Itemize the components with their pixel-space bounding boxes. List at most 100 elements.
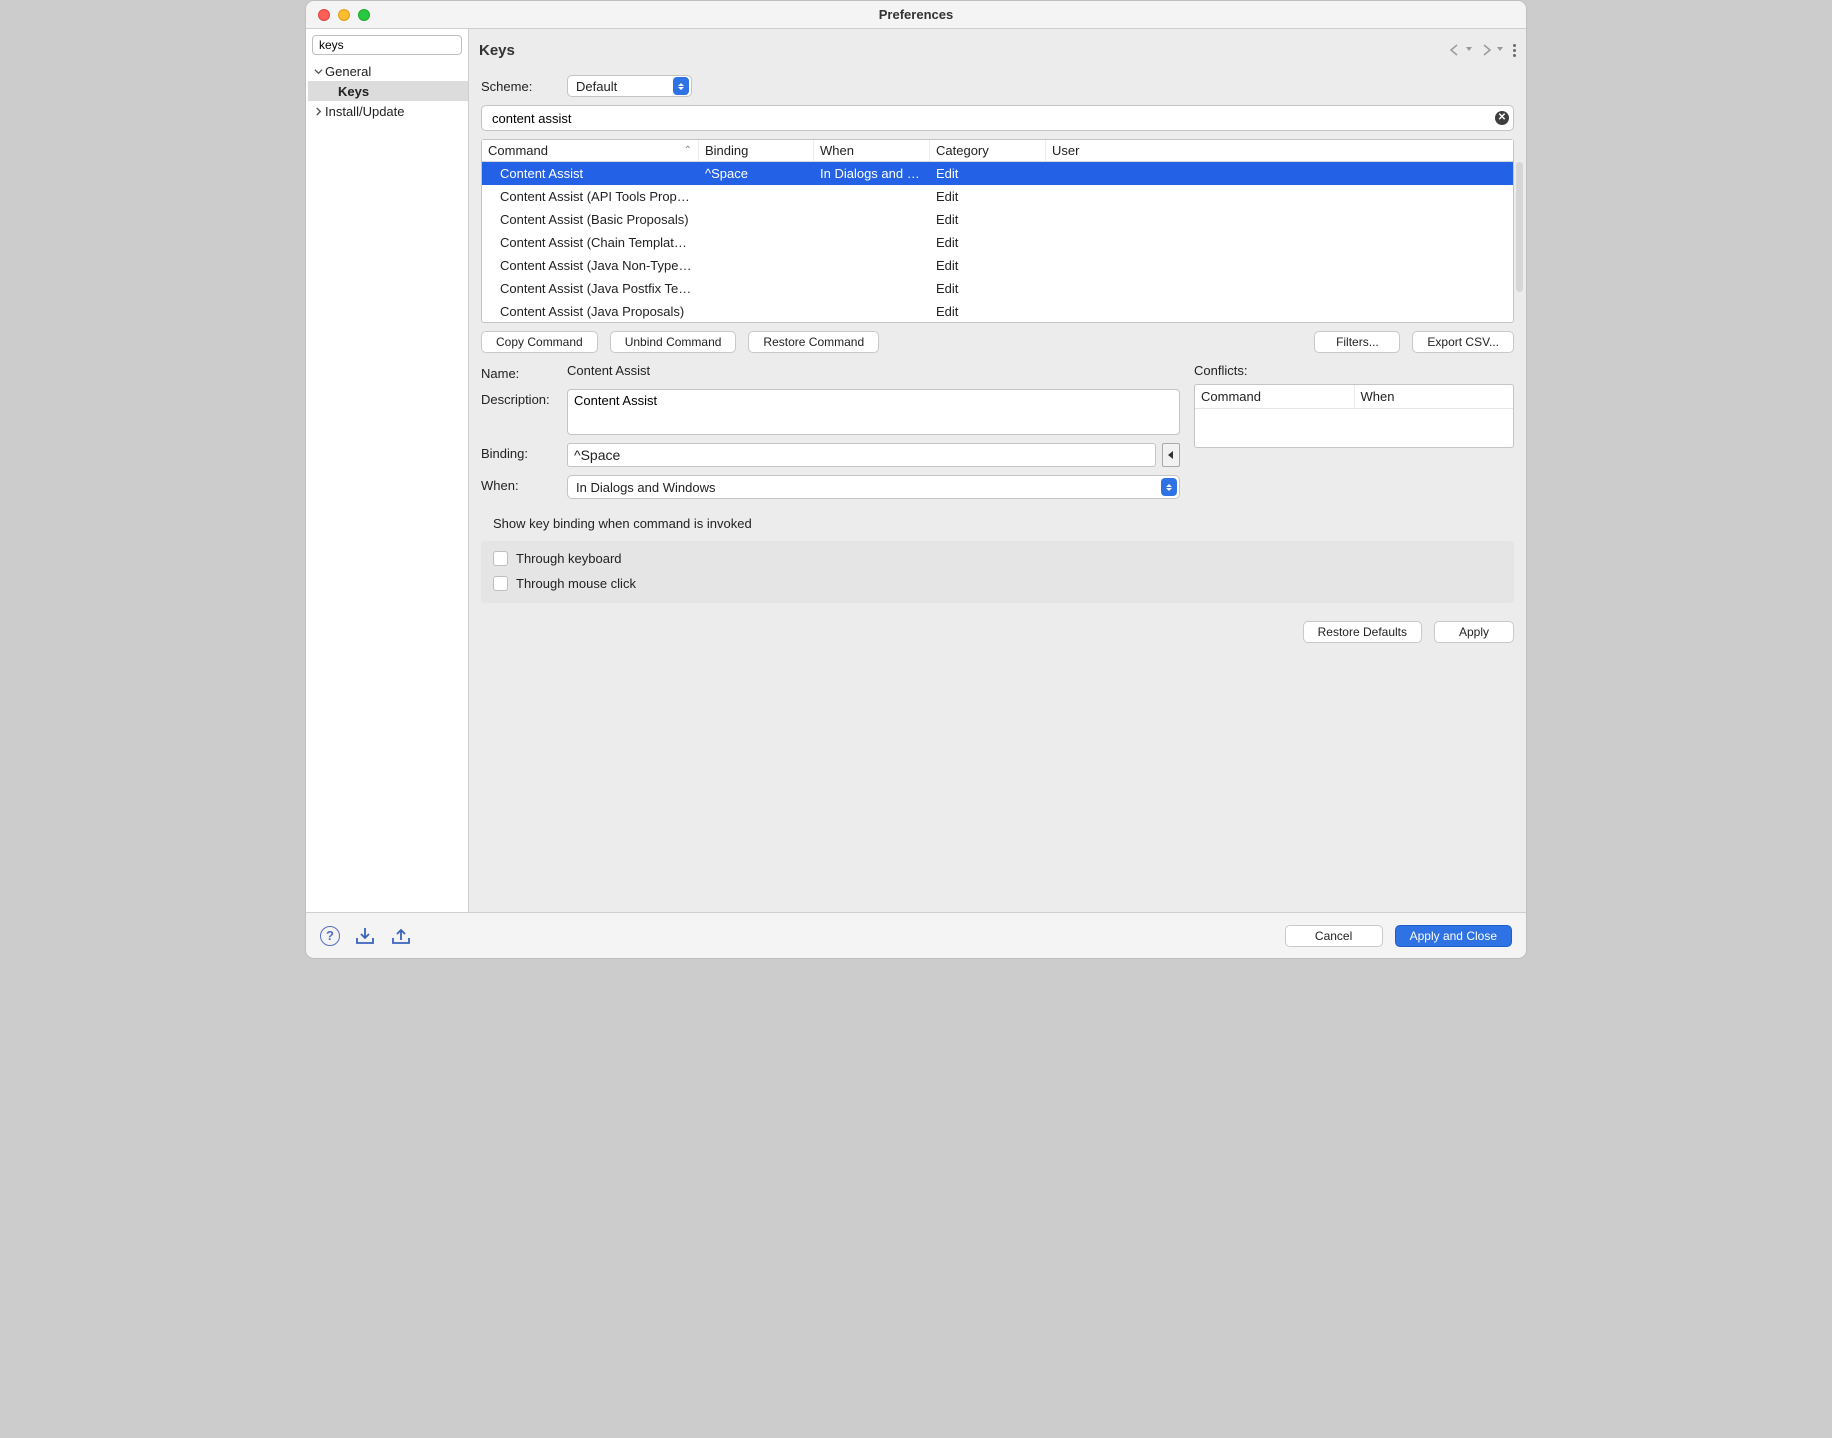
show-binding-group: Through keyboard Through mouse click [481, 541, 1514, 603]
apply-and-close-button[interactable]: Apply and Close [1395, 925, 1512, 947]
cell-when: In Dialogs and Windows [814, 166, 930, 181]
scheme-select[interactable]: Default [567, 75, 692, 97]
tree-item-label: General [325, 64, 371, 79]
table-header: Command ⌃ Binding When Category User [482, 140, 1513, 162]
cell-binding: ^Space [699, 166, 814, 181]
tree-item-label: Keys [338, 84, 369, 99]
scrollbar[interactable] [1516, 162, 1523, 292]
table-row[interactable]: Content Assist (API Tools Proposals) Edit [482, 185, 1513, 208]
copy-command-button[interactable]: Copy Command [481, 331, 598, 353]
bindings-table: Command ⌃ Binding When Category User Con… [481, 139, 1514, 323]
main-content: Scheme: Default ✕ Command ⌃ [469, 71, 1526, 912]
col-label: When [1361, 389, 1395, 404]
table-row[interactable]: Content Assist (Java Postfix Template Pr… [482, 277, 1513, 300]
col-binding[interactable]: Binding [699, 140, 814, 161]
help-icon[interactable]: ? [320, 926, 340, 946]
export-csv-button[interactable]: Export CSV... [1412, 331, 1514, 353]
col-label: Binding [705, 143, 748, 158]
dropdown-stepper-icon [1161, 478, 1177, 496]
when-label: When: [481, 475, 557, 493]
sort-asc-icon: ⌃ [684, 145, 692, 156]
checkbox-icon [493, 576, 508, 591]
dropdown-stepper-icon [673, 77, 689, 95]
conflicts-col-command[interactable]: Command [1195, 385, 1355, 408]
filter-text[interactable]: ✕ [312, 35, 462, 55]
col-category[interactable]: Category [930, 140, 1046, 161]
window-title: Preferences [306, 7, 1526, 22]
cell-category: Edit [930, 166, 1046, 181]
sidebar: ✕ General Keys Install/Update [306, 29, 469, 912]
table-body[interactable]: Content Assist^SpaceIn Dialogs and Windo… [482, 162, 1513, 322]
tree-item-install-update[interactable]: Install/Update [308, 101, 468, 121]
tree-item-label: Install/Update [325, 104, 405, 119]
cell-category: Edit [930, 189, 1046, 204]
export-icon[interactable] [390, 926, 412, 946]
body: ✕ General Keys Install/Update [306, 29, 1526, 912]
scheme-row: Scheme: Default [481, 75, 1514, 97]
cell-command: Content Assist [482, 166, 699, 181]
binding-label: Binding: [481, 443, 557, 461]
conflicts-label: Conflicts: [1194, 363, 1514, 378]
conflicts-table: Command When [1194, 384, 1514, 448]
table-row[interactable]: Content Assist (Java Non-Type ProposalsE… [482, 254, 1513, 277]
cancel-button[interactable]: Cancel [1285, 925, 1383, 947]
name-value: Content Assist [567, 363, 650, 378]
cell-category: Edit [930, 304, 1046, 319]
cell-category: Edit [930, 281, 1046, 296]
binding-dropdown-button[interactable] [1162, 443, 1180, 467]
binding-value: ^Space [574, 447, 620, 463]
col-when[interactable]: When [814, 140, 930, 161]
command-filter-input[interactable] [490, 110, 1495, 127]
scheme-label: Scheme: [481, 79, 557, 94]
col-label: Command [488, 143, 548, 158]
search-input[interactable] [317, 37, 476, 53]
when-select[interactable]: In Dialogs and Windows [567, 475, 1180, 499]
cb-label: Through mouse click [516, 576, 636, 591]
cell-command: Content Assist (Basic Proposals) [482, 212, 699, 227]
name-label: Name: [481, 363, 557, 381]
show-binding-label: Show key binding when command is invoked [493, 516, 1514, 531]
description-field[interactable] [567, 389, 1180, 435]
tree-item-general[interactable]: General [308, 61, 468, 81]
table-row[interactable]: Content Assist (Chain Template Proposals… [482, 231, 1513, 254]
col-user[interactable]: User [1046, 140, 1513, 161]
nav-back-button[interactable] [1447, 42, 1474, 58]
clear-icon[interactable]: ✕ [1495, 111, 1509, 125]
detail-section: Name: Content Assist Description: Bindin… [481, 363, 1514, 507]
unbind-command-button[interactable]: Unbind Command [610, 331, 737, 353]
apply-button[interactable]: Apply [1434, 621, 1514, 643]
checkbox-icon [493, 551, 508, 566]
col-label: User [1052, 143, 1079, 158]
page-title: Keys [479, 42, 515, 59]
import-icon[interactable] [354, 926, 376, 946]
preference-tree: General Keys Install/Update [306, 61, 468, 121]
main-panel: Keys Scheme: Defa [469, 29, 1526, 912]
cell-command: Content Assist (API Tools Proposals) [482, 189, 699, 204]
description-label: Description: [481, 389, 557, 407]
defaults-apply-row: Restore Defaults Apply [481, 611, 1514, 643]
nav-forward-button[interactable] [1478, 42, 1505, 58]
cb-through-keyboard[interactable]: Through keyboard [493, 551, 1502, 566]
cell-command: Content Assist (Java Proposals) [482, 304, 699, 319]
table-buttons: Copy Command Unbind Command Restore Comm… [481, 331, 1514, 353]
scheme-value: Default [576, 79, 617, 94]
binding-field[interactable]: ^Space [567, 443, 1156, 467]
col-command[interactable]: Command ⌃ [482, 140, 699, 161]
filters-button[interactable]: Filters... [1314, 331, 1400, 353]
restore-defaults-button[interactable]: Restore Defaults [1303, 621, 1422, 643]
restore-command-button[interactable]: Restore Command [748, 331, 879, 353]
cb-through-mouse[interactable]: Through mouse click [493, 576, 1502, 591]
tree-item-keys[interactable]: Keys [308, 81, 468, 101]
table-row[interactable]: Content Assist^SpaceIn Dialogs and Windo… [482, 162, 1513, 185]
overflow-menu-icon[interactable] [1513, 44, 1516, 57]
when-value: In Dialogs and Windows [576, 480, 715, 495]
conflicts-col-when[interactable]: When [1355, 385, 1514, 408]
main-header: Keys [469, 29, 1526, 71]
table-row[interactable]: Content Assist (Basic Proposals) Edit [482, 208, 1513, 231]
col-label: When [820, 143, 854, 158]
command-filter[interactable]: ✕ [481, 105, 1514, 131]
table-row[interactable]: Content Assist (Java Proposals) Edit [482, 300, 1513, 322]
titlebar: Preferences [306, 1, 1526, 29]
chevron-right-icon [314, 107, 325, 116]
cell-category: Edit [930, 212, 1046, 227]
